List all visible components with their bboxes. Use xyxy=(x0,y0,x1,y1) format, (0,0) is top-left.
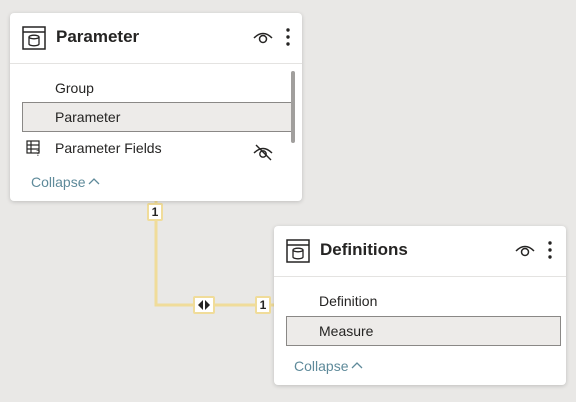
svg-text:?: ? xyxy=(36,149,40,156)
table-icon xyxy=(22,26,46,50)
more-vertical-icon[interactable] xyxy=(284,26,292,48)
field-parameter-icon: ? xyxy=(26,140,40,156)
table-card-definitions[interactable]: Definitions Definition Measure Collapse xyxy=(274,226,566,385)
field-name: Parameter Fields xyxy=(55,140,162,156)
field-row[interactable]: Definition xyxy=(286,286,560,316)
cross-filter-both-icon[interactable] xyxy=(193,296,215,314)
eye-icon[interactable] xyxy=(514,242,536,258)
chevron-up-icon xyxy=(352,362,363,369)
cardinality-badge-to: 1 xyxy=(255,296,271,314)
field-name: Parameter xyxy=(55,109,121,125)
scrollbar-thumb[interactable] xyxy=(291,71,295,143)
more-vertical-icon[interactable] xyxy=(546,239,554,261)
card-header[interactable]: Definitions xyxy=(274,226,566,277)
collapse-label: Collapse xyxy=(31,174,86,190)
table-card-parameter[interactable]: Parameter Group Parameter ? Parameter Fi… xyxy=(10,13,302,201)
table-icon xyxy=(286,239,310,263)
eye-hidden-icon xyxy=(253,144,273,161)
field-row-selected[interactable]: Measure xyxy=(286,316,561,346)
table-title: Parameter xyxy=(56,27,140,46)
collapse-link[interactable]: Collapse xyxy=(294,358,363,374)
chevron-up-icon xyxy=(89,178,100,185)
collapse-link[interactable]: Collapse xyxy=(31,174,100,190)
field-name: Measure xyxy=(319,323,374,339)
field-name: Group xyxy=(55,80,94,96)
field-name: Definition xyxy=(319,293,378,309)
table-title: Definitions xyxy=(320,240,408,259)
field-row[interactable]: Group xyxy=(22,73,292,103)
field-row[interactable]: ? Parameter Fields xyxy=(22,133,292,163)
field-row-selected[interactable]: Parameter xyxy=(22,102,293,132)
cardinality-badge-from: 1 xyxy=(147,203,163,221)
collapse-label: Collapse xyxy=(294,358,349,374)
eye-icon[interactable] xyxy=(252,29,274,45)
card-header[interactable]: Parameter xyxy=(10,13,302,64)
